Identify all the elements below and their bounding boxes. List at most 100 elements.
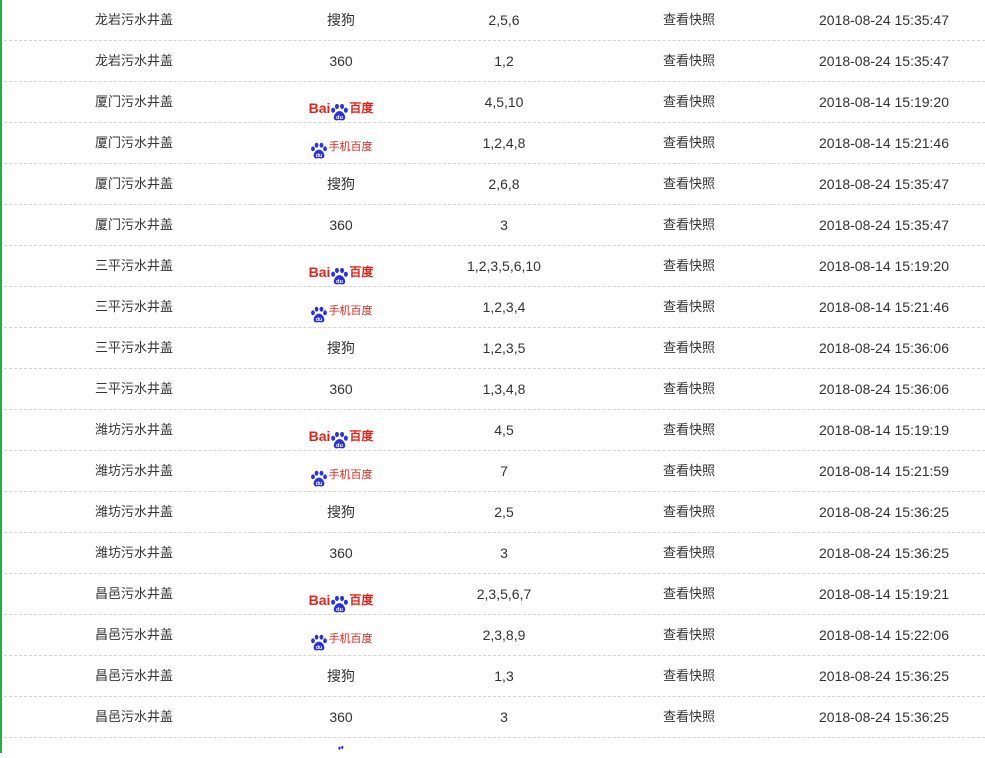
time-cell: 2018-08-14 15:22:06 <box>819 627 949 643</box>
time-cell: 2018-08-14 15:19:21 <box>819 586 949 602</box>
time-cell: 2018-08-24 15:36:25 <box>819 709 949 725</box>
baidu-paw-icon: du <box>330 261 349 285</box>
time-cell: 2018-08-24 15:36:25 <box>819 668 949 684</box>
table-row: 潍坊污水井盖 360 3 查看快照 2018-08-24 15:36:25 <box>4 533 985 574</box>
keyword-cell: 潍坊污水井盖 <box>94 546 173 561</box>
rank-cell: 1,3 <box>494 668 514 684</box>
rank-cell: 1,2 <box>494 53 514 69</box>
baidu-logo-latin: Bai <box>308 592 331 609</box>
view-snapshot-link[interactable]: 查看快照 <box>663 464 715 479</box>
time-cell: 2018-08-14 15:19:20 <box>819 94 949 110</box>
ranking-table: 龙岩污水井盖 搜狗 2,5,6 查看快照 2018-08-24 15:35:47 龙岩污水… <box>4 0 985 758</box>
time-cell: 2018-08-14 15:21:46 <box>819 135 949 151</box>
left-accent-border <box>0 0 2 753</box>
view-snapshot-link[interactable]: 查看快照 <box>663 136 715 151</box>
view-snapshot-link[interactable]: 查看快照 <box>663 546 715 561</box>
view-snapshot-link[interactable]: 查看快照 <box>663 505 715 520</box>
svg-text:du: du <box>336 115 343 121</box>
rank-cell: 7 <box>500 463 508 479</box>
engine-name: 360 <box>329 53 353 69</box>
snapshot-cell: 查看快照 <box>589 0 789 41</box>
time-cell: 2018-08-14 15:19:19 <box>819 422 949 438</box>
engine-name: 搜狗 <box>327 668 355 684</box>
snapshot-cell: 查看快照 <box>589 41 789 82</box>
keyword-cell: 厦门污水井盖 <box>94 95 173 110</box>
table-row: 潍坊污水井盖 Bai du 百度 4,5 查看快照 2018-08-14 15:19:19 <box>4 410 985 451</box>
baidu-paw-icon: du <box>310 299 328 323</box>
table-row: 厦门污水井盖 Bai du 百度 4,5,10 查看快照 2018-08-14 15:19:… <box>4 82 985 123</box>
view-snapshot-link[interactable]: 查看快照 <box>663 628 715 643</box>
svg-text:du: du <box>336 443 343 449</box>
baidu-paw-icon: du <box>310 463 328 487</box>
engine-name: 360 <box>329 217 353 233</box>
rank-cell: 3 <box>500 217 508 233</box>
table-row: 潍坊污水井盖 du 手机百度 7 查看快照 2018-08-14 15:21:59 <box>4 451 985 492</box>
view-snapshot-link[interactable]: 查看快照 <box>663 13 715 28</box>
rank-cell: 2,5,6 <box>488 12 520 28</box>
table-row-partial <box>4 738 985 758</box>
baidu-paw-icon: du <box>330 425 349 449</box>
time-cell: 2018-08-24 15:36:25 <box>819 545 949 561</box>
keyword-cell: 龙岩污水井盖 <box>94 13 173 28</box>
time-cell: 2018-08-24 15:35:47 <box>819 53 949 69</box>
snapshot-cell: 查看快照 <box>589 697 789 738</box>
view-snapshot-link[interactable]: 查看快照 <box>663 218 715 233</box>
view-snapshot-link[interactable]: 查看快照 <box>663 341 715 356</box>
view-snapshot-link[interactable]: 查看快照 <box>663 382 715 397</box>
table-row: 三平污水井盖 360 1,3,4,8 查看快照 2018-08-24 15:36:06 <box>4 369 985 410</box>
view-snapshot-link[interactable]: 查看快照 <box>663 423 715 438</box>
table-row: 三平污水井盖 Bai du 百度 1,2,3,5,6,10 查看快照 2018-08-14 … <box>4 246 985 287</box>
snapshot-cell: 查看快照 <box>589 164 789 205</box>
snapshot-cell: 查看快照 <box>589 82 789 123</box>
view-snapshot-link[interactable]: 查看快照 <box>663 177 715 192</box>
svg-text:du: du <box>315 317 322 323</box>
baidu-logo-cn: 百度 <box>349 429 374 444</box>
rank-cell: 2,3,8,9 <box>482 627 526 643</box>
snapshot-cell: 查看快照 <box>589 656 789 697</box>
baidu-paw-icon: du <box>310 627 328 651</box>
keyword-cell: 三平污水井盖 <box>94 341 173 356</box>
engine-name: 搜狗 <box>327 340 355 356</box>
keyword-cell: 三平污水井盖 <box>94 259 173 274</box>
snapshot-cell: 查看快照 <box>589 369 789 410</box>
ranking-rows: 龙岩污水井盖 搜狗 2,5,6 查看快照 2018-08-24 15:35:47 龙岩污水… <box>4 0 985 738</box>
engine-name: 360 <box>329 545 353 561</box>
view-snapshot-link[interactable]: 查看快照 <box>663 587 715 602</box>
baidu-logo-cn: 百度 <box>349 101 374 116</box>
engine-name: 搜狗 <box>327 176 355 192</box>
rank-cell: 1,2,3,5,6,10 <box>467 258 541 274</box>
rank-cell: 2,3,5,6,7 <box>476 586 532 602</box>
snapshot-cell: 查看快照 <box>589 615 789 656</box>
time-cell: 2018-08-24 15:36:06 <box>819 381 949 397</box>
rank-cell: 1,3,4,8 <box>482 381 526 397</box>
rank-cell: 2,5 <box>494 504 514 520</box>
view-snapshot-link[interactable]: 查看快照 <box>663 95 715 110</box>
keyword-cell: 厦门污水井盖 <box>94 177 173 192</box>
keyword-cell: 三平污水井盖 <box>94 300 173 315</box>
view-snapshot-link[interactable]: 查看快照 <box>663 300 715 315</box>
view-snapshot-link[interactable]: 查看快照 <box>663 669 715 684</box>
svg-text:du: du <box>315 153 322 159</box>
keyword-cell: 潍坊污水井盖 <box>94 423 173 438</box>
svg-text:du: du <box>315 481 322 487</box>
baidu-paw-icon: du <box>330 97 349 121</box>
baidu-logo-latin: Bai <box>308 428 331 445</box>
view-snapshot-link[interactable]: 查看快照 <box>663 259 715 274</box>
engine-name: 搜狗 <box>327 12 355 28</box>
snapshot-cell: 查看快照 <box>589 123 789 164</box>
time-cell: 2018-08-24 15:35:47 <box>819 12 949 28</box>
view-snapshot-link[interactable]: 查看快照 <box>663 710 715 725</box>
baidu-logo: Bai du 百度 <box>309 258 374 285</box>
mobile-baidu-logo: du 手机百度 <box>310 297 373 323</box>
mobile-baidu-logo: du 手机百度 <box>310 625 373 651</box>
rank-cell: 1,2,3,5 <box>482 340 526 356</box>
mobile-baidu-logo-cn: 手机百度 <box>328 632 373 646</box>
keyword-cell: 龙岩污水井盖 <box>94 54 173 69</box>
keyword-cell: 昌邑污水井盖 <box>94 669 173 684</box>
snapshot-cell: 查看快照 <box>589 246 789 287</box>
snapshot-cell: 查看快照 <box>589 451 789 492</box>
engine-name: 搜狗 <box>327 504 355 520</box>
keyword-cell: 昌邑污水井盖 <box>94 628 173 643</box>
keyword-cell: 潍坊污水井盖 <box>94 505 173 520</box>
view-snapshot-link[interactable]: 查看快照 <box>663 54 715 69</box>
